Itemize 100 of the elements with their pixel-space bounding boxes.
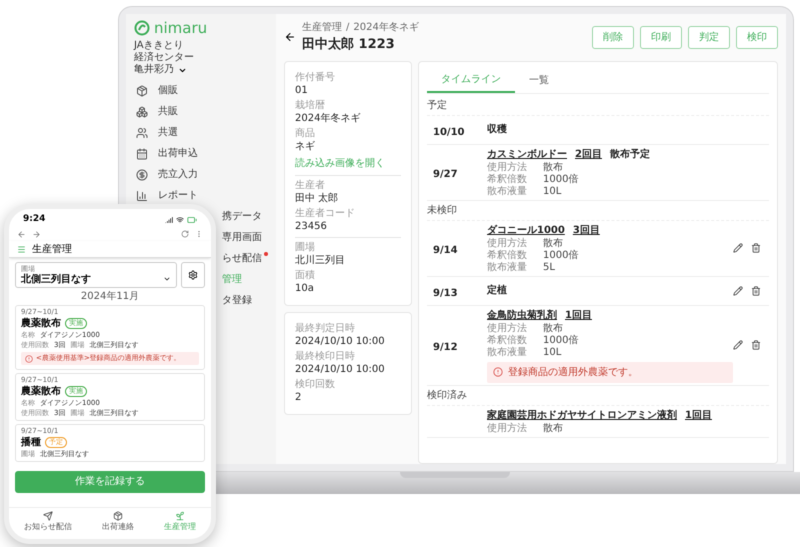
entry-title: 収穫 [487,122,508,137]
back-icon[interactable] [284,31,296,44]
entry-title: 定植 [487,283,508,298]
wifi-icon [176,216,184,224]
field-value: ネギ [295,140,316,152]
detail-label: 散布液量 [487,346,528,358]
sidebar-item[interactable]: レポート [158,188,198,203]
warning-text: 登録商品の適用外農薬です。 [508,366,638,380]
field-label: 生産者 [295,180,326,192]
delete-button[interactable] [751,340,761,350]
select-value: 北側三列目なす [21,272,91,286]
detail-value: 10L [543,346,562,358]
detail-value: 散布 [543,162,563,174]
organization-name: 経済センター [133,52,195,64]
entry-note: 散布予定 [610,147,650,162]
bottom-nav-item[interactable]: 出荷連絡 [102,511,134,533]
product-link[interactable]: カスミンボルドー [487,146,567,162]
field-value: 北川三列目 [295,254,346,266]
field-label: 作付番号 [295,72,336,84]
detail-value: 10L [543,186,562,198]
warning-icon [493,367,503,377]
field-label: 圃場 [295,242,316,254]
detail-value: 1000倍 [543,334,578,346]
delete-button[interactable] [751,286,761,296]
sidebar-item[interactable]: 共選 [158,125,178,140]
detail-label: 使用方法 [487,238,528,250]
field-label: 栽培暦 [295,100,326,112]
field-label: 最終判定日時 [295,322,356,334]
entry-date: 9/13 [433,288,458,298]
nav-icon [43,511,53,521]
sidebar-item[interactable]: 専用画面 [222,230,262,245]
nav-icon [113,511,123,521]
task-title: 農薬散布 [21,317,61,330]
bottom-nav-item[interactable]: お知らせ配信 [24,511,72,533]
breadcrumb-separator: / [346,21,350,35]
sidebar-item[interactable]: 個販 [158,83,178,98]
warning-icon [25,354,33,362]
organization-name: JAききとり [132,40,185,52]
month-label: 2024年11月 [80,290,140,304]
user-name: 亀井彩乃 [134,64,174,76]
detail-label: 使用方法 [487,422,528,434]
brand-name: nimaru [154,20,208,36]
battery-icon [187,215,197,225]
entry-date: 9/27 [433,169,458,180]
field-value: 2 [295,390,302,404]
settings-button[interactable] [181,262,205,288]
detail-label: 使用方法 [487,162,528,174]
tab[interactable]: 一覧 [515,68,563,92]
signal-icon [165,216,173,224]
section-heading: 検印済み [427,386,769,406]
detail-label: 希釈倍数 [487,334,528,346]
sidebar-item[interactable]: タ登録 [222,293,252,308]
product-link[interactable]: 家庭園芸用ホドガヤサイトロンアミン液剤 [487,408,677,422]
application-count: 1回目 [565,308,592,322]
reload-icon[interactable] [181,230,189,238]
task-title: 農薬散布 [21,385,61,398]
field-label: 面積 [295,270,316,282]
section-heading: 未検印 [427,200,769,220]
sidebar-item[interactable]: 共販 [158,104,178,119]
sidebar-item[interactable]: 携データ [222,209,262,224]
forward-icon[interactable] [32,230,41,238]
detail-value: 1000倍 [543,174,578,186]
breadcrumb-item[interactable]: 2024年冬ネギ [353,20,419,35]
field-value: 23456 [295,220,328,232]
product-link[interactable]: 金鳥防虫菊乳剤 [487,308,557,322]
section-heading: 予定 [427,96,769,116]
application-count: 2回目 [575,148,602,162]
field-value: 2024/10/10 10:00 [295,334,386,348]
entry-date: 9/12 [433,342,458,353]
dropdown-icon [163,275,171,283]
field-label: 商品 [295,128,316,140]
entry-date: 10/10 [433,126,464,138]
edit-button[interactable] [733,286,743,296]
delete-button[interactable] [751,243,761,253]
logo-icon [134,20,150,36]
sidebar-item[interactable]: 出荷申込 [158,146,198,161]
detail-value: 散布 [543,422,563,434]
task-title: 播種 [21,436,41,449]
field-value: 田中 太郎 [295,192,340,204]
field-value: 2024/10/10 10:00 [295,362,386,376]
status-time: 9:24 [23,213,46,226]
detail-label: 希釈倍数 [487,250,528,262]
field-label: 検印回数 [295,378,336,390]
field-value: 10a [295,282,315,294]
detail-value: 1000倍 [543,250,578,262]
settings-icon [188,270,198,280]
edit-button[interactable] [733,243,743,253]
product-link[interactable]: ダコニール1000 [487,222,565,238]
field-label: 生産者コード [295,208,356,220]
nav-icon [175,511,185,521]
detail-label: 使用方法 [487,322,528,334]
sidebar-item[interactable]: らせ配信 [222,251,262,266]
field-label: 最終検印日時 [295,350,356,362]
sidebar-item[interactable]: 売立入力 [158,167,198,182]
detail-label: 散布液量 [487,262,528,274]
detail-value: 5L [543,262,555,274]
breadcrumb-item[interactable]: 生産管理 [302,20,342,35]
header-title: 生産管理 [32,242,72,256]
edit-button[interactable] [733,340,743,350]
application-count: 3回目 [572,224,600,238]
